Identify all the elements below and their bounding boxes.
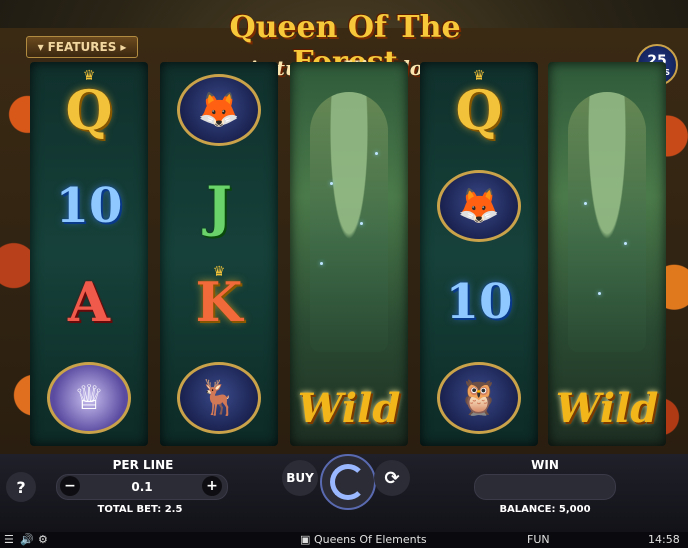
- crown-icon: ♛: [82, 68, 96, 84]
- autoplay-button[interactable]: ⟳: [374, 460, 410, 496]
- fox-icon: 🦊: [437, 170, 521, 242]
- symbol-deer: 🦌: [160, 350, 278, 446]
- sparkle: [375, 152, 378, 155]
- win-label: WIN: [531, 458, 559, 472]
- symbol-a: A: [30, 254, 148, 350]
- features-label: FEATURES: [47, 40, 117, 54]
- mode-label: FUN: [527, 533, 550, 546]
- icon-glyph: 🦉: [457, 378, 501, 418]
- symbol-letter: Q: [65, 78, 113, 142]
- reel-1: ♛ Q 10 A ♕: [30, 62, 148, 446]
- symbol-letter: Q: [455, 78, 503, 142]
- sound-icon[interactable]: 🔊: [20, 533, 34, 546]
- deer-icon: 🦌: [177, 362, 261, 434]
- symbol-letter: A: [68, 270, 110, 334]
- increase-bet-button[interactable]: +: [202, 476, 222, 496]
- turbo-icon[interactable]: ⚙: [38, 533, 48, 546]
- buy-feature-button[interactable]: BUY: [282, 460, 318, 496]
- owl-icon: 🦉: [437, 362, 521, 434]
- sparkle: [598, 292, 601, 295]
- icon-glyph: 🦌: [197, 378, 241, 418]
- sparkle: [320, 262, 323, 265]
- caret-icon: ▸: [120, 40, 127, 54]
- sparkle: [584, 202, 587, 205]
- symbol-owl: 🦉: [420, 350, 538, 446]
- symbol-tiara: ♕: [30, 350, 148, 446]
- sparkle: [330, 182, 333, 185]
- clock: 14:58: [648, 533, 680, 546]
- help-button[interactable]: ?: [6, 472, 36, 502]
- symbol-q: ♛ Q: [30, 62, 148, 158]
- crown-icon: ♛: [212, 264, 226, 280]
- symbol-letter: J: [206, 174, 232, 238]
- status-bar: ☰ 🔊 ⚙ ▣ Queens Of Elements FUN 14:58: [0, 532, 688, 548]
- fox-icon: 🦊: [177, 74, 261, 146]
- per-line-label: PER LINE: [112, 458, 174, 472]
- reel-5-wild: Wild: [548, 62, 666, 446]
- icon-glyph: 🦊: [197, 90, 241, 130]
- icon-glyph: ♕: [73, 378, 105, 418]
- sparkle: [360, 222, 363, 225]
- plus-icon: +: [206, 478, 218, 494]
- wild-label: Wild: [555, 385, 659, 432]
- queen-figure: [568, 92, 646, 352]
- provider-name: Queens Of Elements: [314, 533, 427, 546]
- sparkle: [624, 242, 627, 245]
- help-label: ?: [16, 477, 26, 497]
- spin-icon: [330, 464, 366, 500]
- minus-icon: −: [64, 478, 76, 494]
- decrease-bet-button[interactable]: −: [60, 476, 80, 496]
- menu-icon[interactable]: ☰: [4, 533, 14, 546]
- symbol-letter: 10: [55, 178, 123, 234]
- balance: BALANCE: 5,000: [499, 504, 591, 515]
- crystal-tiara-icon: ♕: [47, 362, 131, 434]
- buy-label: BUY: [286, 471, 314, 485]
- symbol-k: ♛ K: [160, 254, 278, 350]
- symbol-q: ♛ Q: [420, 62, 538, 158]
- wild-label: Wild: [297, 385, 401, 432]
- control-bar: ? PER LINE 0.1 − + TOTAL BET: 2.5 BUY ⟳ …: [0, 454, 688, 532]
- icon-glyph: 🦊: [457, 186, 501, 226]
- crown-icon: ♛: [472, 68, 486, 84]
- queen-figure: [310, 92, 388, 352]
- reel-2: 🦊 J ♛ K 🦌: [160, 62, 278, 446]
- reel-area: ♛ Q 10 A ♕ 🦊 J ♛ K 🦌 Wild ♛ Q 🦊 10 🦉 Wil…: [22, 62, 666, 446]
- reel-3-wild: Wild: [290, 62, 408, 446]
- per-line-value: 0.1: [131, 480, 153, 494]
- symbol-j: J: [160, 158, 278, 254]
- win-field: [474, 474, 616, 500]
- total-bet: TOTAL BET: 2.5: [97, 504, 183, 515]
- symbol-10: 10: [420, 254, 538, 350]
- reel-4: ♛ Q 🦊 10 🦉: [420, 62, 538, 446]
- symbol-fox: 🦊: [160, 62, 278, 158]
- slot-game: ▾ FEATURES ▸ Queen Of The Forest Autumn …: [0, 0, 688, 548]
- features-button[interactable]: ▾ FEATURES ▸: [26, 36, 138, 58]
- symbol-letter: 10: [445, 274, 513, 330]
- caret-icon: ▾: [37, 40, 44, 54]
- symbol-10: 10: [30, 158, 148, 254]
- provider-icon: ▣: [300, 533, 311, 546]
- autoplay-icon: ⟳: [384, 467, 400, 489]
- spin-button[interactable]: [320, 454, 376, 510]
- symbol-fox: 🦊: [420, 158, 538, 254]
